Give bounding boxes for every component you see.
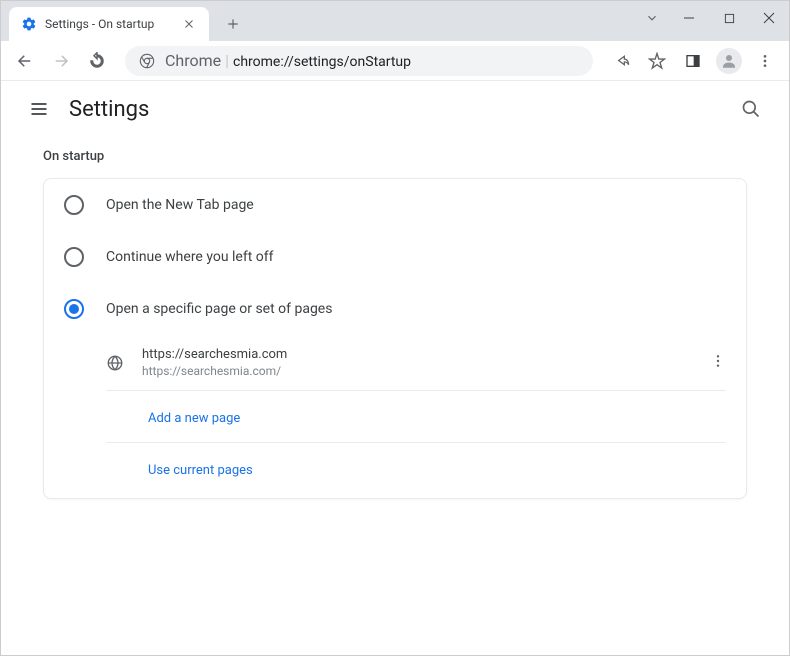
maximize-button[interactable] (709, 3, 749, 33)
menu-icon[interactable] (749, 45, 781, 77)
add-page-row[interactable]: Add a new page (106, 391, 726, 442)
add-page-link[interactable]: Add a new page (148, 411, 240, 426)
page-texts: https://searchesmia.com https://searches… (142, 347, 692, 378)
option-new-tab[interactable]: Open the New Tab page (44, 179, 746, 231)
radio-icon[interactable] (64, 247, 84, 267)
close-window-button[interactable] (749, 3, 789, 33)
use-current-link[interactable]: Use current pages (148, 463, 253, 478)
profile-button[interactable] (713, 45, 745, 77)
window-controls (635, 1, 789, 35)
option-specific-pages[interactable]: Open a specific page or set of pages (44, 283, 746, 335)
globe-icon (106, 354, 124, 372)
browser-tab[interactable]: Settings - On startup (9, 7, 209, 41)
radio-icon[interactable] (64, 195, 84, 215)
startup-card: Open the New Tab page Continue where you… (43, 178, 747, 499)
share-icon[interactable] (605, 45, 637, 77)
settings-header: Settings (1, 81, 789, 137)
option-label: Open the New Tab page (106, 197, 254, 213)
browser-toolbar: Chrome | chrome://settings/onStartup (1, 41, 789, 81)
close-tab-icon[interactable] (181, 16, 197, 32)
browser-titlebar: Settings - On startup (1, 1, 789, 41)
more-actions-button[interactable] (710, 353, 726, 373)
page-entry-title: https://searchesmia.com (142, 347, 692, 362)
new-tab-button[interactable] (219, 10, 247, 38)
side-panel-icon[interactable] (677, 45, 709, 77)
tab-title: Settings - On startup (45, 17, 173, 31)
radio-icon[interactable] (64, 299, 84, 319)
gear-icon (21, 16, 37, 32)
page-entry-url: https://searchesmia.com/ (142, 364, 692, 378)
chevron-down-icon[interactable] (635, 11, 669, 25)
option-label: Open a specific page or set of pages (106, 301, 332, 317)
forward-button (45, 45, 77, 77)
settings-content: On startup Open the New Tab page Continu… (1, 137, 789, 499)
avatar-icon (716, 48, 742, 74)
bookmark-icon[interactable] (641, 45, 673, 77)
hamburger-menu-button[interactable] (19, 89, 59, 129)
toolbar-actions (605, 45, 781, 77)
option-label: Continue where you left off (106, 249, 274, 265)
section-title: On startup (43, 149, 747, 164)
omnibox-text: Chrome | chrome://settings/onStartup (165, 51, 411, 70)
reload-button[interactable] (81, 45, 113, 77)
minimize-button[interactable] (669, 3, 709, 33)
startup-page-entry: https://searchesmia.com https://searches… (106, 335, 726, 391)
page-title: Settings (69, 97, 149, 122)
pages-section: https://searchesmia.com https://searches… (44, 335, 746, 498)
chrome-icon (139, 53, 155, 69)
use-current-row[interactable]: Use current pages (106, 442, 726, 494)
back-button[interactable] (9, 45, 41, 77)
search-button[interactable] (731, 89, 771, 129)
option-continue[interactable]: Continue where you left off (44, 231, 746, 283)
omnibox[interactable]: Chrome | chrome://settings/onStartup (125, 46, 593, 76)
